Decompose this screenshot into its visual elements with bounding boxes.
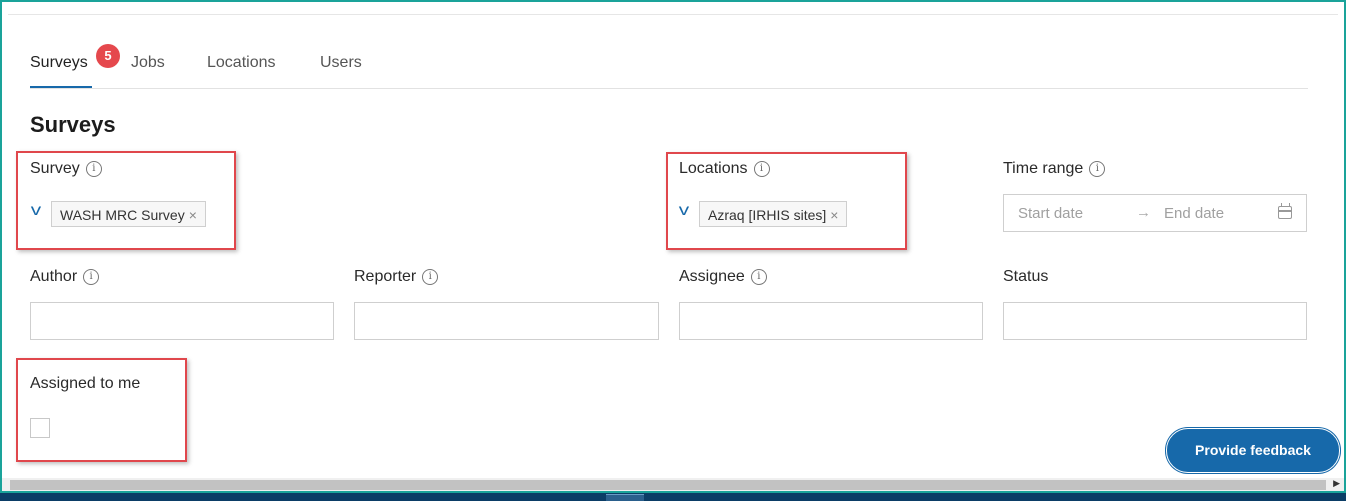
time-range-label-text: Time range bbox=[1003, 160, 1084, 177]
assignee-input[interactable] bbox=[679, 302, 983, 340]
top-divider bbox=[8, 14, 1338, 15]
taskbar bbox=[0, 493, 1346, 501]
scrollbar-thumb[interactable] bbox=[10, 480, 1326, 490]
info-icon[interactable]: i bbox=[750, 268, 767, 285]
reporter-input[interactable] bbox=[354, 302, 659, 340]
info-icon[interactable]: i bbox=[422, 268, 439, 285]
highlight-box-locations bbox=[666, 152, 907, 250]
calendar-icon[interactable] bbox=[1278, 203, 1292, 219]
page-title: Surveys bbox=[30, 112, 116, 137]
tab-locations[interactable]: Locations bbox=[207, 54, 276, 72]
horizontal-scrollbar[interactable]: ▶ bbox=[2, 478, 1344, 491]
reporter-label-text: Reporter bbox=[354, 268, 417, 285]
tab-users[interactable]: Users bbox=[320, 54, 362, 72]
provide-feedback-button[interactable]: Provide feedback bbox=[1166, 428, 1340, 473]
assignee-label: Assignee i bbox=[679, 268, 767, 286]
assignee-label-text: Assignee bbox=[679, 268, 745, 285]
status-input[interactable] bbox=[1003, 302, 1307, 340]
author-label: Author i bbox=[30, 268, 100, 286]
end-date-input[interactable]: End date bbox=[1164, 205, 1224, 222]
tab-surveys[interactable]: Surveys bbox=[30, 54, 88, 72]
author-label-text: Author bbox=[30, 268, 78, 285]
tabs-divider bbox=[30, 88, 1308, 89]
surveys-count-badge: 5 bbox=[96, 44, 120, 68]
reporter-label: Reporter i bbox=[354, 268, 439, 286]
info-icon[interactable]: i bbox=[1089, 160, 1106, 177]
scroll-right-icon[interactable]: ▶ bbox=[1333, 478, 1340, 489]
arrow-right-icon: → bbox=[1136, 204, 1151, 221]
start-date-input[interactable]: Start date bbox=[1018, 205, 1083, 222]
taskbar-item[interactable] bbox=[606, 494, 644, 501]
status-label: Status bbox=[1003, 268, 1049, 285]
author-input[interactable] bbox=[30, 302, 334, 340]
highlight-box-assigned bbox=[16, 358, 187, 462]
time-range-label: Time range i bbox=[1003, 160, 1106, 178]
time-range-picker[interactable]: Start date → End date bbox=[1003, 194, 1307, 232]
tab-jobs[interactable]: Jobs bbox=[131, 54, 165, 72]
info-icon[interactable]: i bbox=[83, 268, 100, 285]
highlight-box-survey bbox=[16, 151, 236, 250]
